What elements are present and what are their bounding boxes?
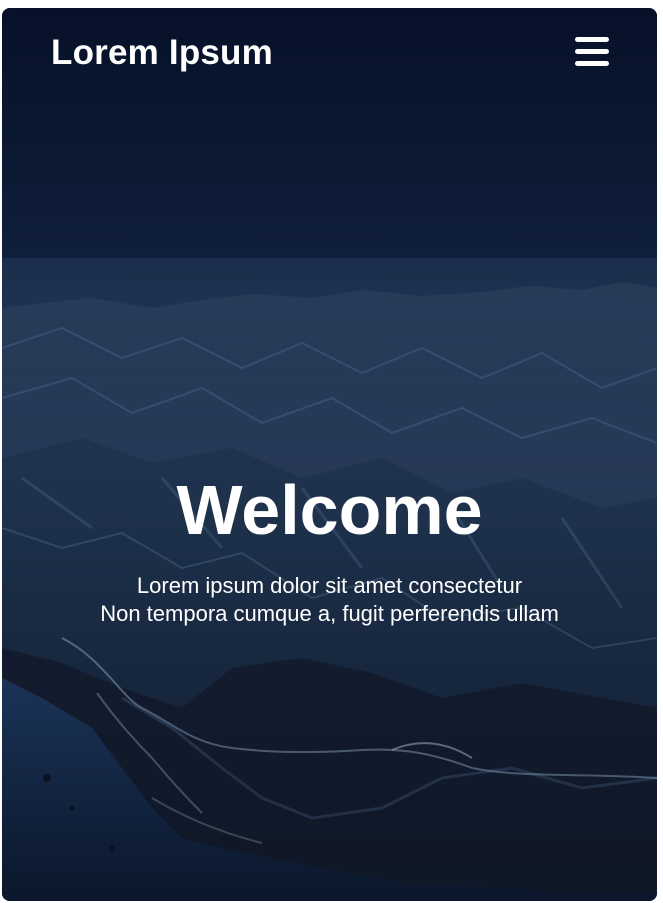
hero-subtitle: Lorem ipsum dolor sit amet consectetur N…: [2, 572, 657, 628]
hero-subtitle-line-1: Lorem ipsum dolor sit amet consectetur: [136, 573, 523, 598]
hero-title: Welcome: [176, 471, 483, 549]
hero-subtitle-line-2: Non tempora cumque a, fugit perferendis …: [100, 601, 559, 626]
hero-background-image: [2, 8, 657, 901]
hero-section: Lorem Ipsum Welcome Lorem ipsum dolor si…: [2, 8, 657, 901]
menu-bar-middle: [575, 49, 609, 54]
page: Lorem Ipsum Welcome Lorem ipsum dolor si…: [0, 0, 663, 903]
menu-bar-top: [575, 37, 609, 42]
menu-bar-bottom: [575, 61, 609, 66]
hamburger-menu-button[interactable]: [575, 37, 609, 67]
brand-logo[interactable]: Lorem Ipsum: [51, 33, 273, 73]
